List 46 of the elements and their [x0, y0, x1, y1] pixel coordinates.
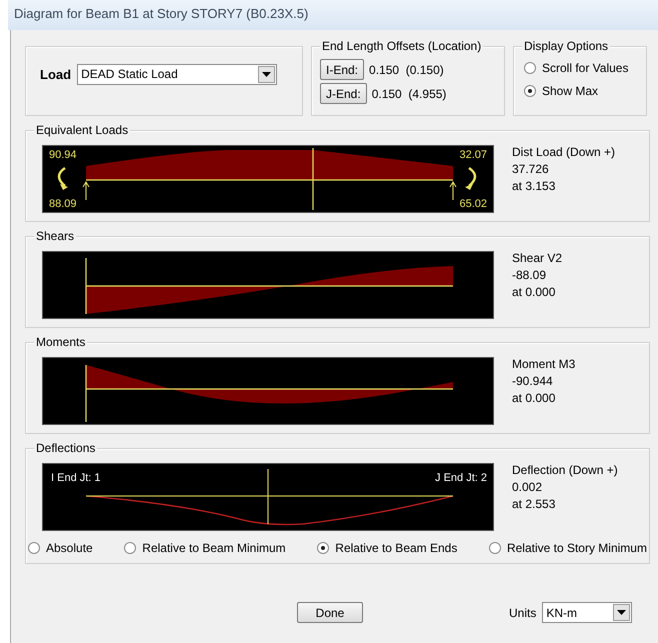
group-title: Display Options	[522, 39, 610, 53]
readout-text: 0.002	[512, 480, 544, 495]
panel-title: Deflections	[34, 441, 98, 455]
done-button[interactable]: Done	[297, 602, 363, 623]
readout-text: -88.09	[512, 268, 548, 283]
readout-text: at 2.553	[512, 497, 556, 512]
radio-option[interactable]: Absolute	[28, 541, 93, 555]
diagram-value: 90.94	[49, 149, 77, 161]
diagram-value: 32.07	[459, 149, 487, 161]
end-button[interactable]: I-End:	[320, 59, 364, 80]
units-label: Units	[509, 606, 536, 620]
readout-text: 37.726	[512, 162, 550, 177]
offset-value: 0.150 (0.150)	[369, 62, 444, 76]
readout-text: Dist Load (Down +)	[512, 145, 616, 160]
readout-text: -90.944	[512, 374, 554, 389]
caret-icon	[262, 72, 272, 76]
readout-text: at 0.000	[512, 391, 556, 406]
readout-text: at 0.000	[512, 285, 556, 300]
diagram-value: I End Jt: 1	[51, 472, 101, 484]
diagram-value: J End Jt: 2	[435, 472, 487, 484]
window-title: Diagram for Beam B1 at Story STORY7 (B0.23X.5)	[8, 0, 658, 30]
moment-arrow-icon	[465, 167, 476, 190]
group-title: End Length Offsets (Location)	[320, 39, 484, 53]
caret-icon	[617, 610, 626, 615]
readout-text: Deflection (Down +)	[512, 463, 618, 478]
radio-option[interactable]: Show Max	[524, 84, 640, 98]
load-dropdown[interactable]: DEAD Static Load	[77, 64, 278, 84]
radio-option[interactable]: Relative to Beam Ends	[317, 541, 458, 555]
radio-option[interactable]: Relative to Beam Minimum	[124, 541, 286, 555]
units-dropdown[interactable]: KN-m	[542, 602, 632, 623]
moment-arrow-icon	[58, 167, 68, 190]
readout-text: at 3.153	[512, 179, 556, 194]
reaction-arrow-icon	[82, 181, 90, 200]
panel-title: Equivalent Loads	[34, 123, 130, 137]
readout-text: Shear V2	[512, 251, 562, 266]
load-label: Load	[40, 66, 72, 82]
panel-title: Shears	[34, 229, 76, 243]
panel-title: Moments	[34, 335, 88, 349]
diagram-value: 88.09	[49, 198, 77, 210]
offset-value: 0.150 (4.955)	[372, 86, 446, 100]
radio-option[interactable]: Relative to Story Minimum	[488, 541, 647, 555]
radio-option[interactable]: Scroll for Values	[524, 61, 640, 75]
readout-text: Moment M3	[512, 357, 576, 372]
reaction-arrow-icon	[450, 181, 456, 200]
end-button[interactable]: J-End:	[320, 83, 367, 104]
diagram-value: 65.02	[459, 198, 487, 210]
